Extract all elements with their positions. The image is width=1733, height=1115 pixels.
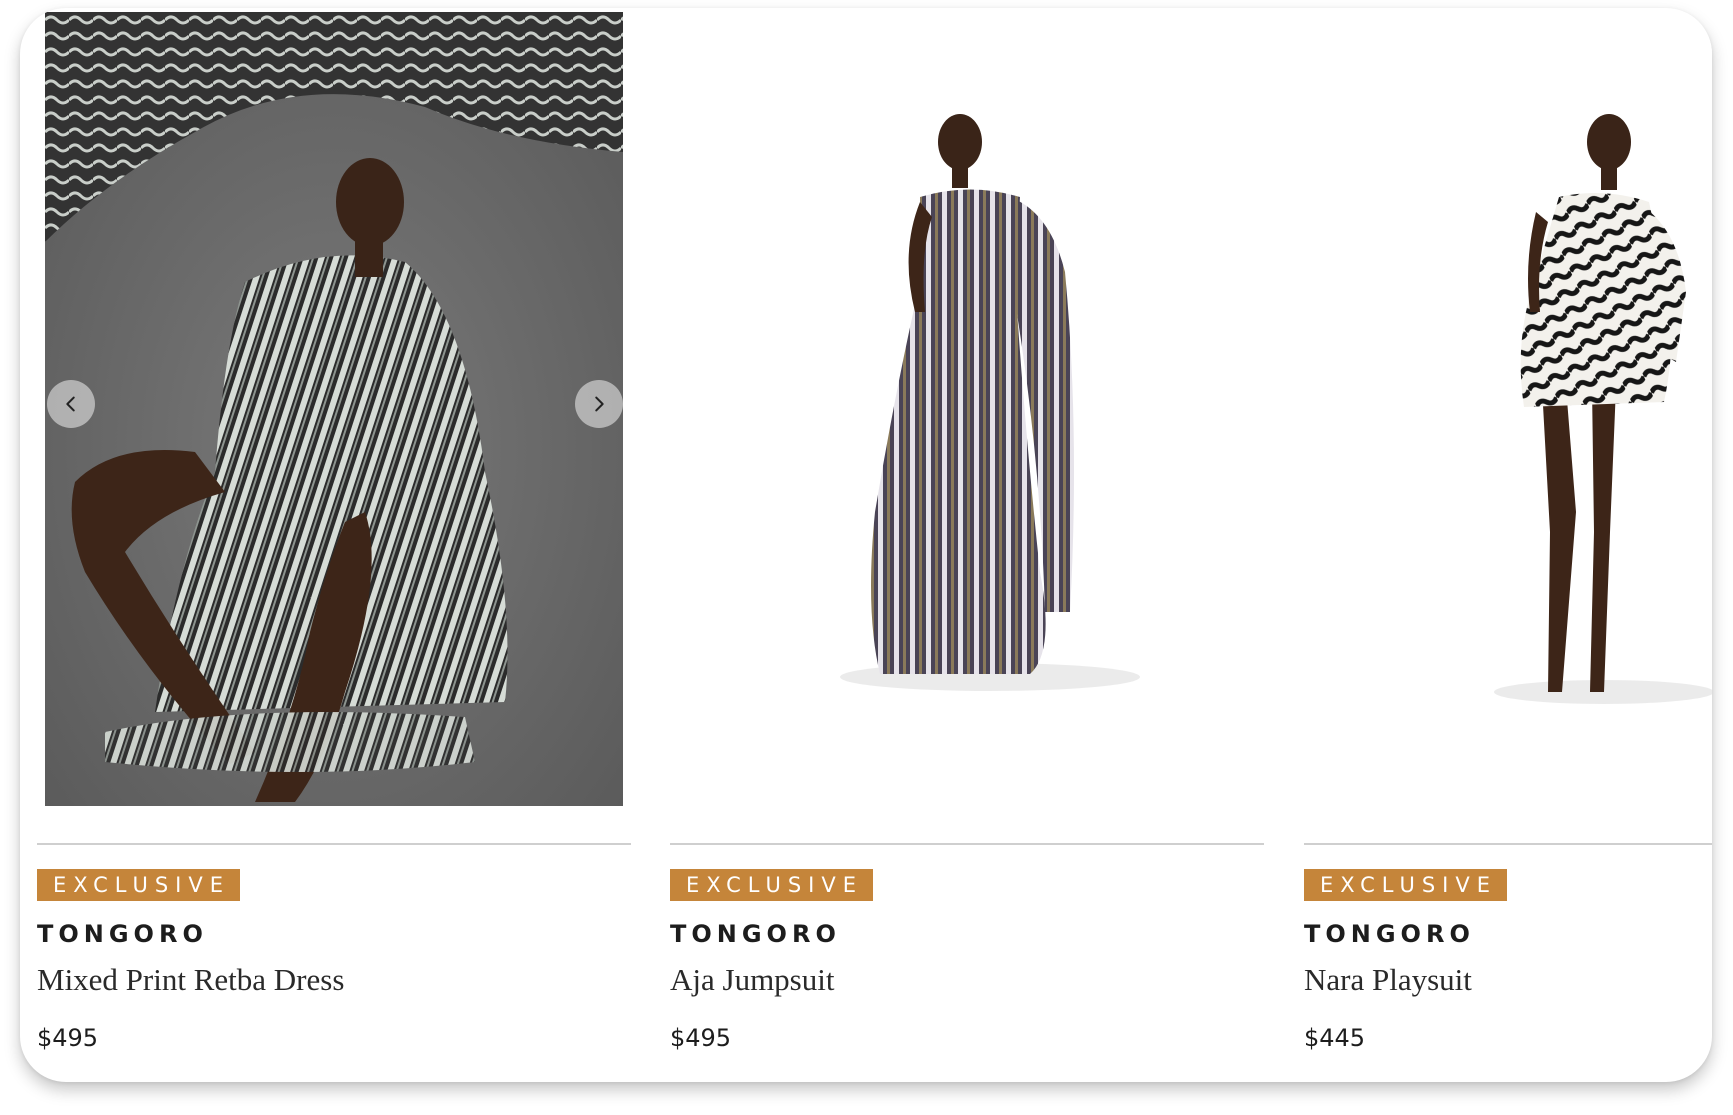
- product-price: $495: [670, 1024, 732, 1052]
- divider: [670, 843, 1264, 845]
- carousel-prev-button[interactable]: [47, 380, 95, 428]
- chevron-right-icon: [595, 396, 604, 412]
- exclusive-badge: EXCLUSIVE: [1304, 869, 1507, 901]
- exclusive-badge: EXCLUSIVE: [670, 869, 873, 901]
- product-title[interactable]: Aja Jumpsuit: [670, 962, 834, 998]
- product-price: $495: [37, 1024, 99, 1052]
- product-image[interactable]: [670, 12, 1264, 806]
- brand-name[interactable]: TONGORO: [37, 920, 208, 948]
- carousel-next-button[interactable]: [575, 380, 623, 428]
- product-title[interactable]: Mixed Print Retba Dress: [37, 962, 344, 998]
- divider: [1304, 843, 1712, 845]
- product-image[interactable]: [45, 12, 623, 806]
- exclusive-badge: EXCLUSIVE: [37, 869, 240, 901]
- product-card[interactable]: EXCLUSIVE TONGORO Aja Jumpsuit $495: [670, 8, 1264, 1082]
- product-price: $445: [1304, 1024, 1366, 1052]
- product-card[interactable]: EXCLUSIVE TONGORO Mixed Print Retba Dres…: [37, 8, 631, 1082]
- brand-name[interactable]: TONGORO: [670, 920, 841, 948]
- product-title[interactable]: Nara Playsuit: [1304, 962, 1472, 998]
- product-image[interactable]: [1304, 12, 1712, 806]
- chevron-left-icon: [66, 396, 75, 412]
- product-card[interactable]: EXCLUSIVE TONGORO Nara Playsuit $445: [1304, 8, 1712, 1082]
- brand-name[interactable]: TONGORO: [1304, 920, 1475, 948]
- product-carousel: EXCLUSIVE TONGORO Mixed Print Retba Dres…: [20, 8, 1712, 1082]
- divider: [37, 843, 631, 845]
